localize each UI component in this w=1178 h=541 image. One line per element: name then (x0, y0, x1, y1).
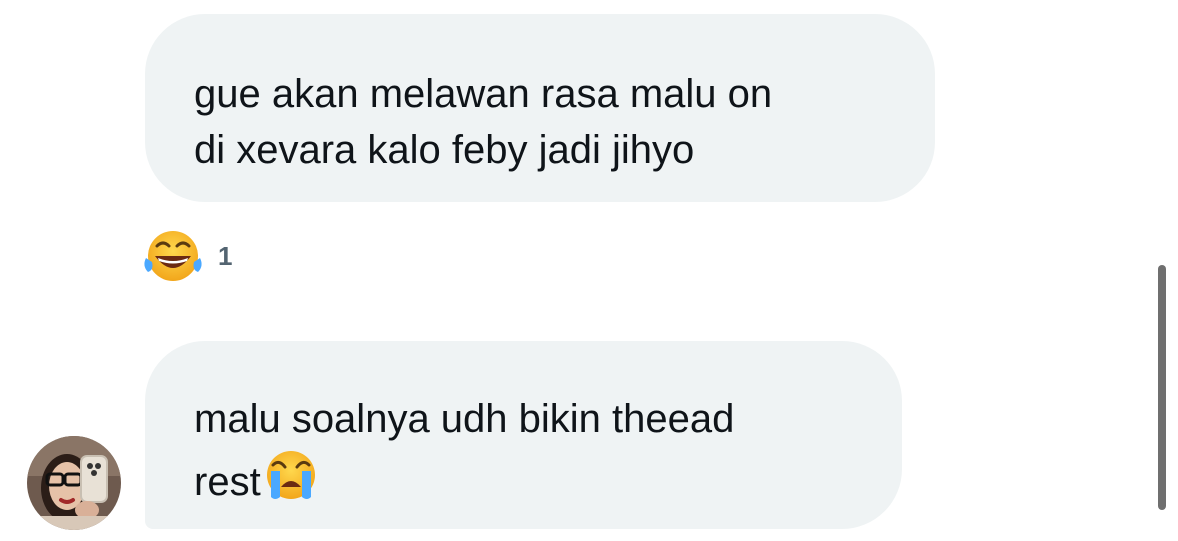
loudly-crying-face-icon (266, 451, 315, 499)
scrollbar[interactable] (1158, 265, 1166, 510)
message-thread: gue akan melawan rasa malu on di xevara … (0, 0, 1178, 541)
message-bubble[interactable]: gue akan melawan rasa malu on di xevara … (145, 14, 935, 202)
reaction-count: 1 (218, 240, 233, 271)
face-with-tears-of-joy-icon (144, 231, 202, 281)
message-reaction[interactable]: 1 (142, 228, 232, 284)
avatar[interactable] (27, 436, 121, 530)
message-bubble[interactable]: malu soalnya udh bikin theead rest (145, 341, 902, 529)
avatar-image (27, 436, 121, 530)
message-text: gue akan melawan rasa malu on di xevara … (194, 72, 773, 172)
